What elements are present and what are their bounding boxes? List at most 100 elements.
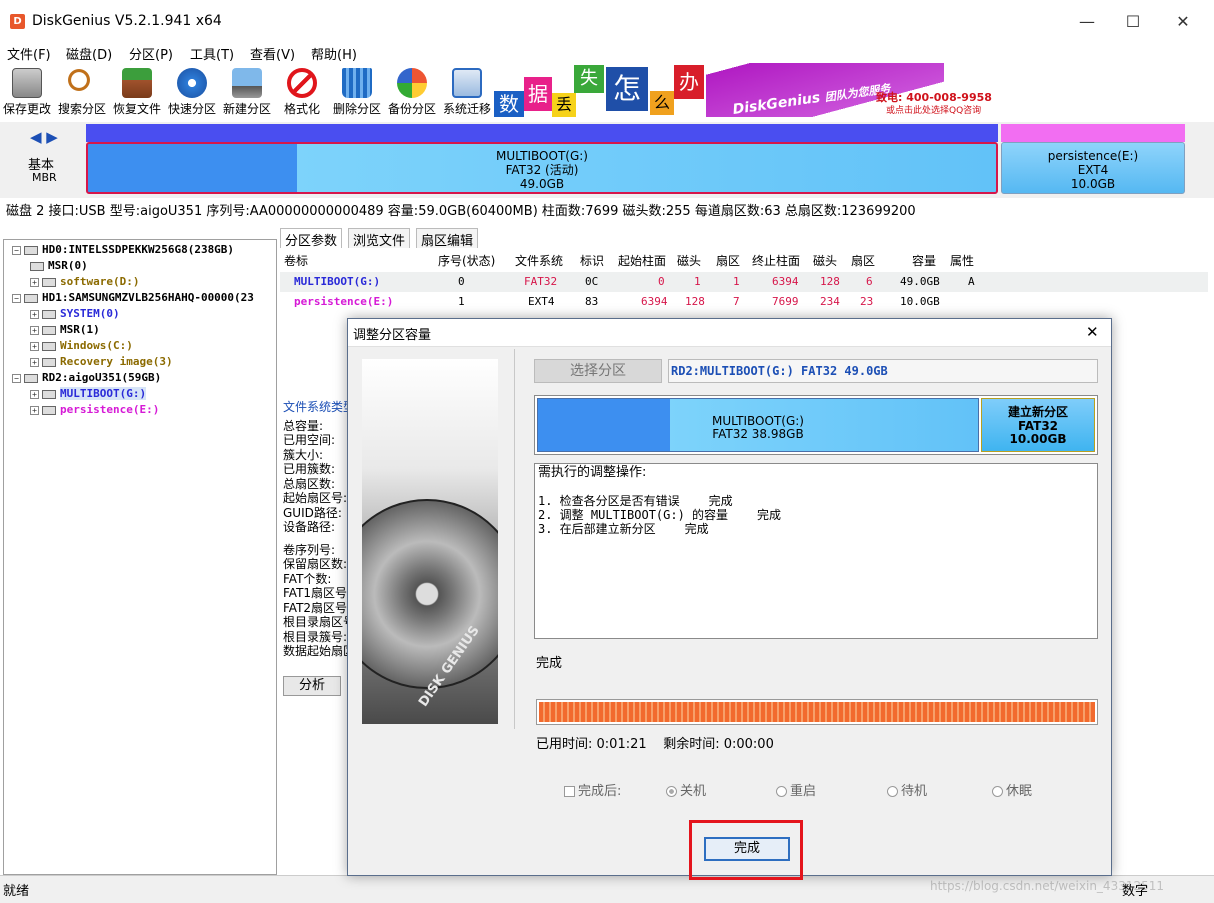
col-header: 起始柱面 xyxy=(618,254,667,268)
radio-icon xyxy=(887,786,898,797)
partition-strip-persistence xyxy=(1001,124,1185,142)
menu-file[interactable]: 文件(F) xyxy=(7,44,51,63)
disk-nav-arrows[interactable]: ◀ ▶ xyxy=(30,128,58,146)
tree-node-multiboot[interactable]: + MULTIBOOT(G:) xyxy=(30,387,147,400)
partition-icon xyxy=(42,325,56,335)
after-complete-checkbox[interactable]: 完成后: xyxy=(564,780,621,799)
close-window-button[interactable]: ✕ xyxy=(1160,8,1206,36)
search-partition-button[interactable]: 搜索分区 xyxy=(55,66,109,118)
table-row[interactable]: persistence(E:) 1 EXT4 83 6394 128 7 769… xyxy=(280,292,1208,312)
menu-partition[interactable]: 分区(P) xyxy=(129,44,173,63)
col-header: 扇区 xyxy=(716,254,741,268)
save-icon xyxy=(12,68,42,98)
col-header: 卷标 xyxy=(284,254,309,268)
format-button[interactable]: 格式化 xyxy=(275,66,329,118)
tab-sector-edit[interactable]: 扇区编辑 xyxy=(416,228,479,249)
col-header: 容量 xyxy=(912,254,937,268)
radio-icon xyxy=(776,786,787,797)
tree-node-hd1[interactable]: − HD1:SAMSUNGMZVLB256HAHQ-00000(23 xyxy=(12,291,254,304)
radio-restart[interactable]: 重启 xyxy=(776,780,816,799)
format-icon xyxy=(287,68,317,98)
disk-scheme: MBR xyxy=(32,171,57,184)
backup-icon xyxy=(397,68,427,98)
status-bar: 就绪 https://blog.csdn.net/weixin_43312511… xyxy=(0,875,1214,903)
quick-partition-button[interactable]: 快速分区 xyxy=(165,66,219,118)
menu-view[interactable]: 查看(V) xyxy=(250,44,295,63)
usb-disk-icon xyxy=(24,373,38,383)
ad-char: 么 xyxy=(650,91,674,115)
finish-button[interactable]: 完成 xyxy=(704,837,790,861)
tree-node-windows[interactable]: + Windows(C:) xyxy=(30,339,133,352)
preview-new-partition: 建立新分区 FAT32 10.00GB xyxy=(981,398,1095,452)
hard-drive-image: DISK GENIUS xyxy=(362,359,498,724)
partition-icon xyxy=(42,357,56,367)
col-header: 序号(状态) xyxy=(438,254,496,268)
disk-info-line: 磁盘 2 接口:USB 型号:aigoU351 序列号:AA0000000000… xyxy=(6,204,916,219)
dialog-title: 调整分区容量 xyxy=(353,328,432,343)
delete-partition-button[interactable]: 删除分区 xyxy=(330,66,384,118)
menu-disk[interactable]: 磁盘(D) xyxy=(66,44,112,63)
partition-bar-multiboot[interactable]: MULTIBOOT(G:) FAT32 (活动) 49.0GB xyxy=(86,142,998,194)
new-partition-button[interactable]: 新建分区 xyxy=(220,66,274,118)
radio-shutdown[interactable]: 关机 xyxy=(666,780,706,799)
tree-node-rd2[interactable]: − RD2:aigoU351(59GB) xyxy=(12,371,161,384)
title-bar: D DiskGenius V5.2.1.941 x64 — ☐ ✕ xyxy=(0,0,1214,42)
partition-bar-persistence[interactable]: persistence(E:) EXT4 10.0GB xyxy=(1001,142,1185,194)
col-header: 磁头 xyxy=(813,254,838,268)
table-row[interactable]: MULTIBOOT(G:) 0 FAT32 0C 0 1 1 6394 128 … xyxy=(280,272,1208,292)
maximize-button[interactable]: ☐ xyxy=(1110,8,1156,36)
status-label: 完成 xyxy=(536,656,563,671)
col-header: 标识 xyxy=(580,254,605,268)
tab-browse-files[interactable]: 浏览文件 xyxy=(348,228,411,249)
radio-icon xyxy=(666,786,677,797)
tree-node-hd0[interactable]: − HD0:INTELSSDPEKKW256G8(238GB) xyxy=(12,243,234,256)
minimize-button[interactable]: — xyxy=(1064,8,1110,36)
time-info: 已用时间: 0:01:21 剩余时间: 0:00:00 xyxy=(536,737,774,752)
ad-char: 办 xyxy=(674,65,704,99)
partition-icon xyxy=(30,261,44,271)
checkbox-icon xyxy=(564,786,575,797)
tree-node-persistence[interactable]: + persistence(E:) xyxy=(30,403,159,416)
tree-node-system[interactable]: + SYSTEM(0) xyxy=(30,307,120,320)
progress-bar xyxy=(536,699,1098,725)
recover-files-button[interactable]: 恢复文件 xyxy=(110,66,164,118)
menu-bar: 文件(F) 磁盘(D) 分区(P) 工具(T) 查看(V) 帮助(H) xyxy=(0,42,1214,64)
col-header: 磁头 xyxy=(677,254,702,268)
menu-help[interactable]: 帮助(H) xyxy=(311,44,357,63)
backup-partition-button[interactable]: 备份分区 xyxy=(385,66,439,118)
tree-node-msr0[interactable]: MSR(0) xyxy=(30,259,88,272)
ad-qq-hint: 或点击此处选择QQ咨询 xyxy=(886,106,982,116)
trash-icon xyxy=(342,68,372,98)
tree-node-recovery[interactable]: + Recovery image(3) xyxy=(30,355,173,368)
dialog-close-button[interactable]: ✕ xyxy=(1086,323,1099,341)
platter xyxy=(362,499,498,689)
migrate-icon xyxy=(452,68,482,98)
ad-char: 数 xyxy=(494,91,524,117)
system-migration-button[interactable]: 系统迁移 xyxy=(440,66,494,118)
radio-standby[interactable]: 待机 xyxy=(887,780,927,799)
select-partition-button[interactable]: 选择分区 xyxy=(534,359,662,383)
window-title: DiskGenius V5.2.1.941 x64 xyxy=(32,13,222,29)
tree-node-software[interactable]: + software(D:) xyxy=(30,275,139,288)
tree-node-msr1[interactable]: + MSR(1) xyxy=(30,323,100,336)
magnifier-icon xyxy=(67,68,97,98)
partition-icon xyxy=(42,341,56,351)
hard-disk-icon xyxy=(24,293,38,303)
partition-icon xyxy=(42,277,56,287)
radio-icon xyxy=(992,786,1003,797)
partition-icon xyxy=(42,309,56,319)
dialog-title-bar: 调整分区容量 ✕ xyxy=(348,319,1111,347)
tab-partition-params[interactable]: 分区参数 xyxy=(280,228,343,249)
radio-hibernate[interactable]: 休眠 xyxy=(992,780,1032,799)
partition-icon xyxy=(42,405,56,415)
ad-banner[interactable]: 数 据 丢 失 怎 么 办 DiskGenius 团队为您服务 致电: 400-… xyxy=(494,63,996,117)
col-header: 终止柱面 xyxy=(752,254,801,268)
analyze-button[interactable]: 分析 xyxy=(283,676,341,696)
preview-multiboot: MULTIBOOT(G:) FAT32 38.98GB xyxy=(537,398,979,452)
hard-disk-icon xyxy=(24,245,38,255)
menu-tools[interactable]: 工具(T) xyxy=(190,44,234,63)
disk-tree: − HD0:INTELSSDPEKKW256G8(238GB) MSR(0) + s… xyxy=(3,239,277,875)
new-partition-icon xyxy=(232,68,262,98)
save-changes-button[interactable]: 保存更改 xyxy=(0,66,54,118)
quick-partition-icon xyxy=(177,68,207,98)
